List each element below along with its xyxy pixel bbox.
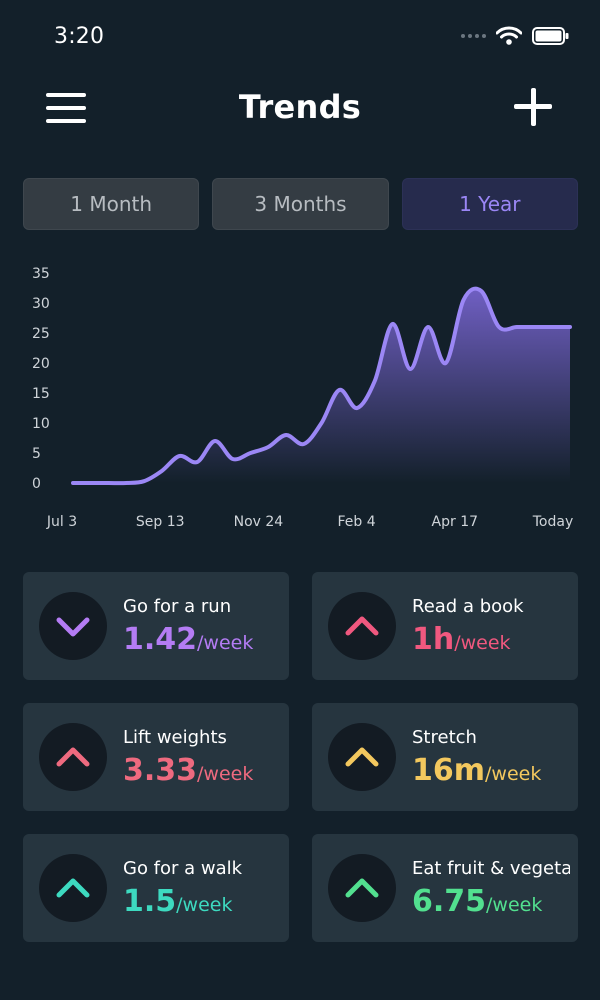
y-tick-label: 35	[32, 266, 50, 282]
x-tick-label: Nov 24	[234, 514, 284, 530]
habit-title: Stretch	[412, 727, 477, 748]
tab-1-year[interactable]: 1 Year	[401, 178, 578, 230]
trend-icon-walk	[39, 854, 107, 922]
x-tick-label: Sep 13	[136, 514, 185, 530]
y-axis: 35 30 25 20 15 10 5 0	[32, 266, 50, 492]
chevron-up-icon	[345, 747, 379, 767]
add-icon[interactable]	[514, 88, 552, 126]
x-tick-label: Apr 17	[432, 514, 478, 530]
chevron-up-icon	[345, 878, 379, 898]
chevron-up-icon	[345, 616, 379, 636]
habit-value: 1.5/week	[123, 884, 233, 919]
tab-3-months[interactable]: 3 Months	[212, 178, 389, 230]
habit-card-run[interactable]: Go for a run 1.42/week	[23, 572, 289, 680]
habit-card-stretch[interactable]: Stretch 16m/week	[312, 703, 578, 811]
status-time: 3:20	[54, 24, 105, 49]
trend-icon-lift	[39, 723, 107, 791]
habit-card-walk[interactable]: Go for a walk 1.5/week	[23, 834, 289, 942]
status-icons	[461, 26, 570, 46]
page-title: Trends	[238, 88, 362, 126]
y-tick-label: 5	[32, 446, 41, 462]
habit-card-lift[interactable]: Lift weights 3.33/week	[23, 703, 289, 811]
habit-title: Eat fruit & vegetables	[412, 858, 570, 879]
trend-chart: 35 30 25 20 15 10 5 0 Jul 3 Sep 13 Nov 24 Feb 4 Apr…	[0, 255, 600, 545]
tab-1-month[interactable]: 1 Month	[23, 178, 200, 230]
habit-title: Go for a run	[123, 596, 232, 617]
habit-value: 3.33/week	[123, 753, 254, 788]
habit-title: Read a book	[412, 596, 524, 617]
habit-value: 6.75/week	[412, 884, 543, 919]
chevron-down-icon	[56, 617, 90, 637]
x-tick-label: Today	[532, 514, 574, 530]
status-bar: 3:20	[0, 0, 600, 76]
y-tick-label: 10	[32, 416, 50, 432]
habit-title: Go for a walk	[123, 858, 243, 879]
x-tick-label: Feb 4	[338, 514, 376, 530]
y-tick-label: 25	[32, 326, 50, 342]
range-tabs: 1 Month 3 Months 1 Year	[23, 178, 578, 230]
y-tick-label: 0	[32, 476, 41, 492]
trend-icon-fruit	[328, 854, 396, 922]
x-tick-label: Jul 3	[46, 514, 77, 530]
y-tick-label: 15	[32, 386, 50, 402]
chevron-up-icon	[56, 747, 90, 767]
habit-value: 1h/week	[412, 622, 511, 657]
trend-icon-stretch	[328, 723, 396, 791]
habit-card-fruit[interactable]: Eat fruit & vegetables 6.75/week	[312, 834, 578, 942]
y-tick-label: 30	[32, 296, 50, 312]
battery-icon	[532, 27, 569, 45]
trend-icon-run	[39, 592, 107, 660]
habit-card-read[interactable]: Read a book 1h/week	[312, 572, 578, 680]
habit-value: 1.42/week	[123, 622, 254, 657]
habit-value: 16m/week	[412, 753, 542, 788]
signal-icon	[461, 34, 486, 38]
trend-icon-read	[328, 592, 396, 660]
habit-title: Lift weights	[123, 727, 227, 748]
wifi-icon	[496, 26, 522, 45]
x-axis: Jul 3 Sep 13 Nov 24 Feb 4 Apr 17 Today	[46, 514, 573, 530]
header: Trends	[0, 76, 600, 138]
y-tick-label: 20	[32, 356, 50, 372]
chevron-up-icon	[56, 878, 90, 898]
